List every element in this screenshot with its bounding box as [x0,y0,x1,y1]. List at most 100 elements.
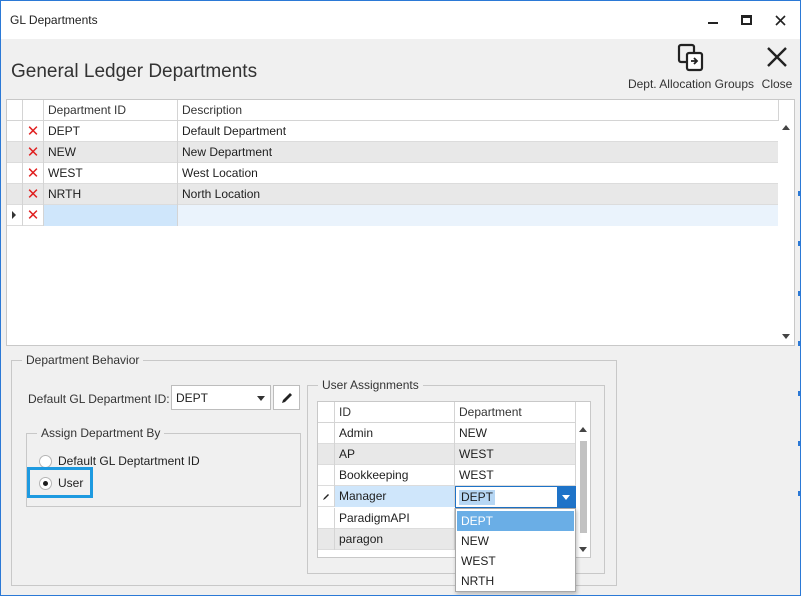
edge-mark [798,241,800,246]
assign-department-by-legend: Assign Department By [37,426,165,440]
table-row[interactable]: ✕ DEPT Default Department [7,121,779,142]
delete-x-icon: ✕ [26,206,40,224]
groups-label: Dept. Allocation Groups [627,77,755,91]
edge-mark [798,191,800,196]
delete-row-button[interactable]: ✕ [23,121,44,142]
department-edit-combo[interactable]: DEPT [455,486,576,508]
table-row-editing[interactable]: Manager DEPT [318,486,576,508]
row-indicator [7,163,23,184]
delete-row-button[interactable]: ✕ [23,163,44,184]
user-assignments-legend: User Assignments [318,378,423,392]
scroll-down-icon[interactable] [782,334,790,339]
table-row[interactable]: AP WEST [318,444,576,465]
table-row[interactable]: ✕ NEW New Department [7,142,779,163]
pencil-icon [281,392,292,403]
edge-mark [798,441,800,446]
description-cell[interactable]: Default Department [178,121,779,142]
dropdown-option[interactable]: NEW [457,531,574,551]
maximize-icon [740,15,752,25]
default-gl-department-label: Default GL Department ID: [28,392,170,406]
minimize-button[interactable] [696,1,730,39]
department-behavior-legend: Department Behavior [22,353,144,367]
window-close-button[interactable] [763,1,797,39]
close-icon [774,14,786,26]
gl-departments-window: GL Departments General Ledger Department… [0,0,801,596]
user-department-cell[interactable]: WEST [455,444,576,465]
dropdown-toggle-button[interactable] [557,487,575,507]
default-gl-department-value: DEPT [176,391,209,405]
department-id-cell[interactable] [44,205,178,226]
delete-row-button[interactable]: ✕ [23,205,44,226]
table-row[interactable]: Admin NEW [318,423,576,444]
column-header-id[interactable]: ID [335,402,455,423]
user-assignments-scrollbar[interactable] [576,423,590,557]
description-cell[interactable] [178,205,779,226]
default-gl-department-select[interactable]: DEPT [171,385,271,410]
department-edit-value: DEPT [459,490,496,505]
scroll-down-icon[interactable] [579,547,587,552]
description-cell[interactable]: North Location [178,184,779,205]
header-delete-cell [23,100,44,121]
close-label: Close [761,77,793,91]
delete-x-icon: ✕ [26,143,40,161]
row-indicator [7,184,23,205]
delete-row-button[interactable]: ✕ [23,142,44,163]
table-row[interactable]: Bookkeeping WEST [318,465,576,486]
row-indicator [7,205,23,226]
departments-grid: Department ID Description ✕ DEPT Default… [6,99,795,346]
row-indicator [318,423,335,444]
column-header-department-id[interactable]: Department ID [44,100,178,121]
page-title: General Ledger Departments [11,61,258,82]
departments-scrollbar[interactable] [778,121,794,345]
dropdown-option[interactable]: DEPT [457,511,574,531]
minimize-icon [708,22,718,24]
department-id-cell[interactable]: NEW [44,142,178,163]
row-indicator [318,444,335,465]
edit-department-button[interactable] [273,385,300,410]
column-header-department[interactable]: Department [455,402,576,423]
table-row[interactable]: ✕ NRTH North Location [7,184,779,205]
delete-x-icon: ✕ [26,122,40,140]
department-id-cell[interactable]: WEST [44,163,178,184]
row-indicator [318,486,335,507]
delete-row-button[interactable]: ✕ [23,184,44,205]
user-id-cell[interactable]: ParadigmAPI [335,508,455,529]
user-department-cell[interactable]: WEST [455,465,576,486]
department-dropdown-list: DEPT NEW WEST NRTH [455,508,576,592]
user-id-cell[interactable]: Bookkeeping [335,465,455,486]
edge-mark [798,491,800,496]
dept-allocation-groups-button[interactable]: Dept. Allocation Groups [626,43,756,91]
window-title: GL Departments [10,13,98,27]
user-id-cell[interactable]: AP [335,444,455,465]
dropdown-option[interactable]: NRTH [457,571,574,591]
allocation-groups-icon [677,43,704,72]
dropdown-option[interactable]: WEST [457,551,574,571]
scroll-thumb[interactable] [580,441,587,533]
close-x-icon [767,47,787,67]
department-id-cell[interactable]: DEPT [44,121,178,142]
user-grid-header: ID Department [318,402,576,423]
description-cell[interactable]: New Department [178,142,779,163]
radio-default-gl-department[interactable]: Default GL Deptartment ID [39,454,200,468]
maximize-button[interactable] [729,1,763,39]
edge-mark [798,291,800,296]
current-row-arrow-icon [12,211,16,219]
scroll-up-icon[interactable] [579,427,587,432]
department-id-cell[interactable]: NRTH [44,184,178,205]
header-indicator-cell [7,100,23,121]
user-department-cell[interactable]: NEW [455,423,576,444]
row-indicator [7,121,23,142]
new-row[interactable]: ✕ [7,205,779,226]
user-id-cell[interactable]: Manager [335,486,455,507]
close-button[interactable]: Close [759,43,795,91]
user-id-cell[interactable]: Admin [335,423,455,444]
user-id-cell[interactable]: paragon [335,529,455,550]
row-indicator [7,142,23,163]
table-row[interactable]: ✕ WEST West Location [7,163,779,184]
scroll-up-icon[interactable] [782,125,790,130]
column-header-description[interactable]: Description [178,100,779,121]
edge-mark [798,391,800,396]
description-cell[interactable]: West Location [178,163,779,184]
row-indicator [318,508,335,529]
radio-default-indicator [39,454,52,468]
